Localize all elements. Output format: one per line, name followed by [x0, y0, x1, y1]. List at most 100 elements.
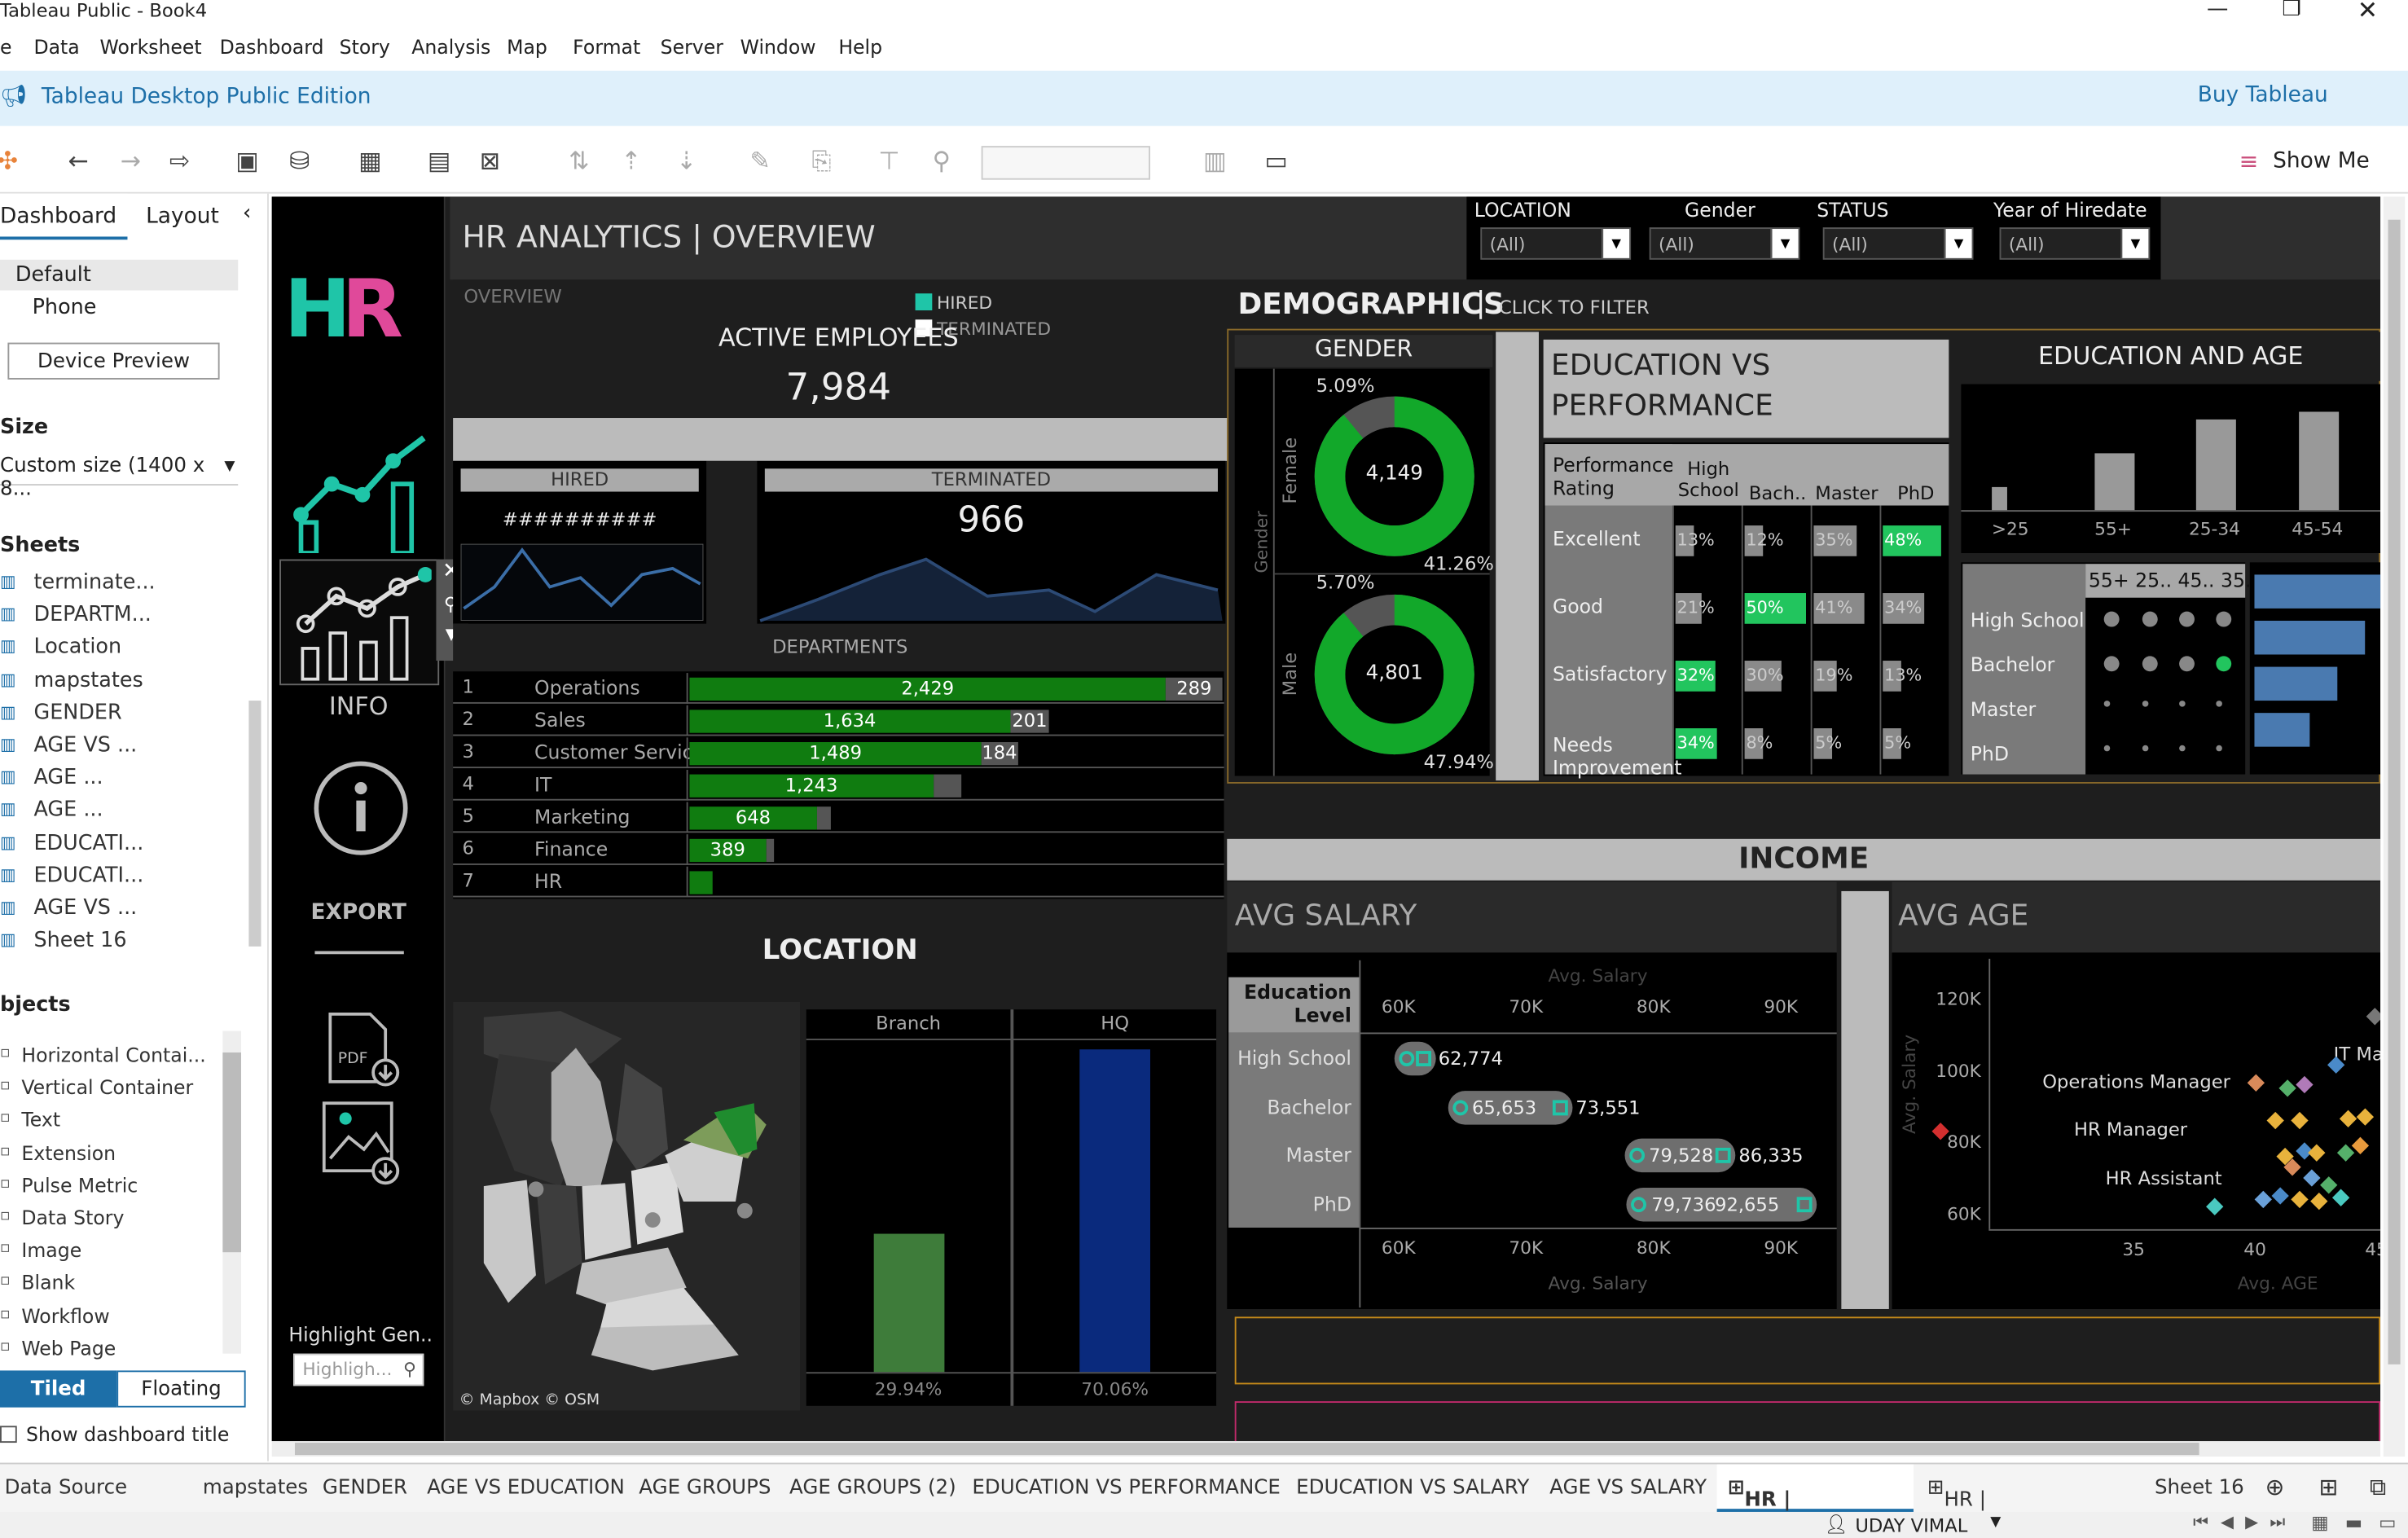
edu-age-dot[interactable]	[2179, 745, 2186, 752]
new-datasource-icon[interactable]: ⛁	[283, 144, 316, 178]
tab-age-vs-salary[interactable]: AGE VS SALARY	[1549, 1477, 1707, 1500]
hired-sparkline[interactable]	[460, 543, 704, 621]
salary-max-marker[interactable]	[1553, 1099, 1568, 1115]
menu-server[interactable]: Server	[661, 35, 723, 58]
object-item[interactable]: Text	[21, 1109, 60, 1132]
edu-age-hbar[interactable]	[2254, 620, 2366, 655]
object-item[interactable]: Web Page	[21, 1337, 116, 1360]
labels-icon[interactable]: ⊤	[872, 144, 906, 178]
clear-icon[interactable]: ⊠	[473, 144, 507, 178]
image-export-icon[interactable]	[318, 1097, 404, 1186]
redo-icon[interactable]: →	[114, 144, 147, 178]
sheet-item[interactable]: AGE ...	[33, 798, 103, 823]
size-dropdown[interactable]: Custom size (1400 x 8... ▼	[0, 455, 239, 501]
new-story-tab-icon[interactable]: ⧉	[2370, 1474, 2386, 1501]
filter-dropdown[interactable]: (All) ▼	[1649, 227, 1800, 260]
object-item[interactable]: Pulse Metric	[21, 1174, 138, 1197]
chevron-down-icon[interactable]: ▼	[1602, 229, 1630, 258]
tab-education-vs-performance[interactable]: EDUCATION VS PERFORMANCE	[972, 1477, 1281, 1500]
tab-layout[interactable]: Layout	[146, 204, 219, 229]
tab-education-vs-salary[interactable]: EDUCATION VS SALARY	[1296, 1477, 1529, 1500]
menu-dashboard[interactable]: Dashboard	[220, 35, 324, 58]
tab-age-vs-education[interactable]: AGE VS EDUCATION	[427, 1477, 625, 1500]
tabs-view-icon[interactable]: ▭	[2379, 1512, 2396, 1533]
prev-sheet-icon[interactable]: ◀	[2221, 1512, 2234, 1532]
device-phone[interactable]: Phone	[33, 295, 97, 319]
objects-scrollbar[interactable]	[222, 1030, 241, 1354]
fit-dropdown[interactable]	[981, 146, 1151, 180]
menu-format[interactable]: Format	[573, 35, 640, 58]
menu-data[interactable]: Data	[33, 35, 79, 58]
analytics-icon[interactable]	[293, 430, 432, 554]
replay-icon[interactable]: ⇨	[163, 144, 196, 178]
group-icon[interactable]: ⎘	[805, 144, 838, 178]
tiled-button[interactable]: Tiled	[0, 1370, 117, 1408]
edu-age-hbar[interactable]	[2254, 666, 2338, 701]
sheet-item[interactable]: GENDER	[33, 701, 121, 725]
scatter-point[interactable]	[2291, 1190, 2309, 1209]
scatter-point[interactable]	[2266, 1111, 2284, 1130]
edu-age-dot[interactable]	[2179, 701, 2186, 707]
object-item[interactable]: Blank	[21, 1272, 75, 1294]
edu-age-dot[interactable]	[2142, 656, 2158, 672]
show-cards-icon[interactable]: ▥	[1197, 144, 1231, 178]
new-worksheet-icon[interactable]: ▦	[354, 144, 387, 178]
scatter-point[interactable]	[2291, 1111, 2309, 1130]
scatter-point[interactable]	[2296, 1075, 2314, 1094]
tab-age-groups[interactable]: AGE GROUPS	[639, 1477, 771, 1500]
salary-min-marker[interactable]	[1399, 1051, 1415, 1066]
object-item[interactable]: Extension	[21, 1141, 116, 1164]
sheet-item[interactable]: DEPARTM...	[33, 603, 151, 627]
menu-help[interactable]: Help	[838, 35, 882, 58]
chevron-down-icon[interactable]: ▼	[1944, 229, 1972, 258]
menu-file[interactable]: e	[0, 35, 12, 58]
edu-age-dot[interactable]	[2103, 656, 2120, 672]
new-dashboard-tab-icon[interactable]: ⊞	[2319, 1474, 2339, 1501]
salary-max-marker[interactable]	[1716, 1147, 1731, 1163]
age-group-bar[interactable]	[2299, 411, 2340, 511]
floating-button[interactable]: Floating	[116, 1370, 246, 1408]
scatter-point[interactable]	[2339, 1110, 2357, 1127]
scatter-point[interactable]	[2336, 1144, 2355, 1162]
sheet-item[interactable]: AGE VS ...	[33, 896, 137, 921]
user-name[interactable]: UDAY VIMAL	[1855, 1515, 1967, 1536]
sort-desc-icon[interactable]: ⇣	[670, 144, 703, 178]
dept-terminated-bar[interactable]	[933, 774, 961, 798]
tab-data-source[interactable]: Data Source	[5, 1477, 127, 1500]
close-icon[interactable]: ✕	[2357, 0, 2378, 24]
menu-map[interactable]: Map	[507, 35, 547, 58]
edu-age-dot[interactable]	[2103, 745, 2111, 752]
highlight-input[interactable]: Highligh... ⚲	[293, 1353, 424, 1386]
edu-age-dot[interactable]	[2179, 656, 2195, 672]
age-group-bar[interactable]	[2195, 419, 2236, 511]
edu-age-dot[interactable]	[2103, 611, 2120, 627]
swap-icon[interactable]: ⇅	[562, 144, 595, 178]
new-worksheet-tab-icon[interactable]: ⊕	[2265, 1474, 2285, 1501]
sheet-item[interactable]: EDUCATI...	[33, 831, 143, 855]
salary-min-marker[interactable]	[1452, 1099, 1468, 1115]
filter-dropdown[interactable]: (All) ▼	[1480, 227, 1632, 260]
age-group-bar[interactable]	[2094, 453, 2135, 511]
edu-age-dot[interactable]	[2142, 745, 2149, 752]
branch-bar[interactable]	[873, 1234, 945, 1373]
salary-max-marker[interactable]	[1795, 1196, 1812, 1212]
object-item[interactable]: Vertical Container	[21, 1076, 193, 1099]
sort-asc-icon[interactable]: ⇡	[614, 144, 648, 178]
sheet-item[interactable]: EDUCATI...	[33, 863, 143, 888]
dept-active-bar[interactable]	[689, 871, 714, 894]
first-sheet-icon[interactable]: ⏮	[2193, 1512, 2208, 1533]
undo-icon[interactable]: ←	[61, 144, 94, 178]
menu-window[interactable]: Window	[740, 35, 816, 58]
show-me-button[interactable]: Show Me	[2273, 149, 2370, 174]
chart-info-icon[interactable]	[293, 565, 432, 685]
menu-analysis[interactable]: Analysis	[411, 35, 490, 58]
user-icon[interactable]: 👤︎	[1825, 1514, 1848, 1535]
filter-dropdown[interactable]: (All) ▼	[1822, 227, 1974, 260]
scatter-point[interactable]	[2310, 1192, 2328, 1211]
object-item[interactable]: Image	[21, 1239, 81, 1262]
edu-age-dot[interactable]	[2216, 701, 2222, 707]
last-sheet-icon[interactable]: ⏭	[2270, 1512, 2285, 1533]
terminated-sparkline[interactable]	[757, 544, 1225, 624]
salary-min-marker[interactable]	[1628, 1147, 1645, 1163]
scatter-point[interactable]	[2271, 1187, 2289, 1205]
